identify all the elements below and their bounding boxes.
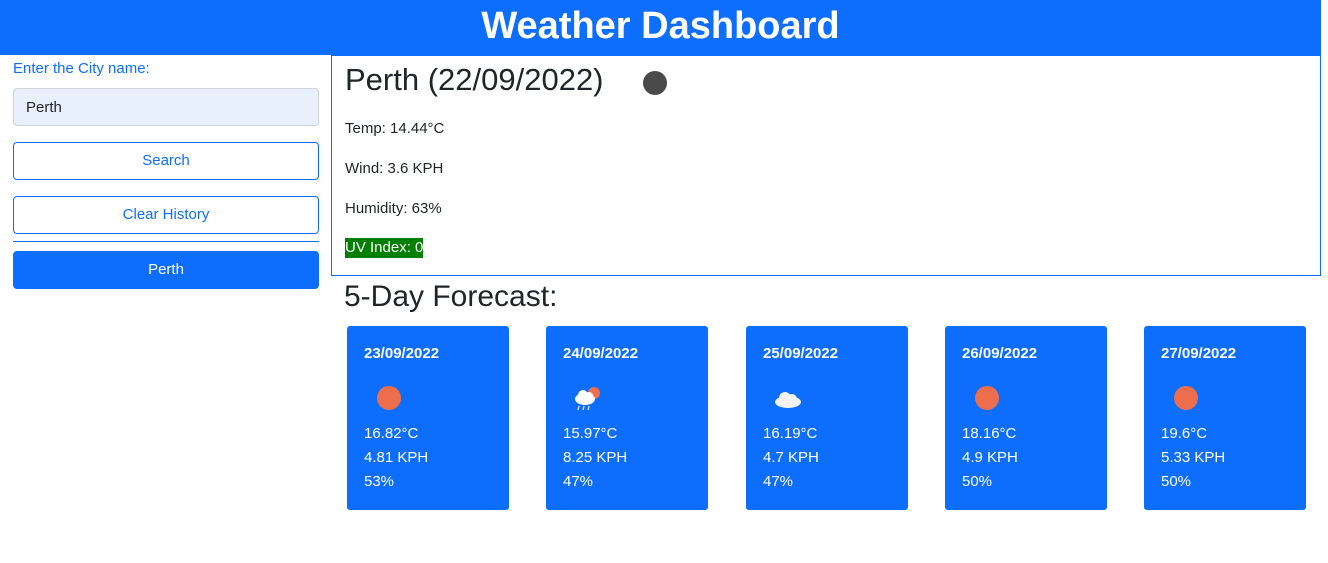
forecast-humidity: 50% <box>1161 473 1192 490</box>
forecast-humidity: 47% <box>763 473 794 490</box>
cloud-icon <box>775 392 801 408</box>
forecast-temp: 16.82°C <box>364 425 419 442</box>
forecast-temp: 15.97°C <box>563 425 618 442</box>
clear-history-button[interactable]: Clear History <box>13 196 319 234</box>
forecast-date: 25/09/2022 <box>763 345 839 362</box>
city-input[interactable] <box>13 88 319 126</box>
current-humidity: Humidity: 63% <box>345 200 442 217</box>
sidebar-divider <box>13 241 319 242</box>
forecast-card: 25/09/2022 16.19°C 4.7 KPH 47% <box>746 326 908 510</box>
forecast-wind: 5.33 KPH <box>1161 449 1226 466</box>
page-header: Weather Dashboard <box>0 0 1321 55</box>
forecast-card: 24/09/2022 15.97°C 8.25 KPH 47% <box>546 326 708 510</box>
forecast-temp: 18.16°C <box>962 425 1017 442</box>
current-temp: Temp: 14.44°C <box>345 120 445 137</box>
city-input-label: Enter the City name: <box>13 60 150 77</box>
current-city-title: Perth (22/09/2022) <box>345 62 604 97</box>
forecast-card: 26/09/2022 18.16°C 4.9 KPH 50% <box>945 326 1107 510</box>
sun-icon <box>1174 386 1198 410</box>
forecast-wind: 4.7 KPH <box>763 449 819 466</box>
uv-index-badge: UV Index: 0 <box>345 238 424 258</box>
forecast-date: 27/09/2022 <box>1161 345 1237 362</box>
forecast-humidity: 47% <box>563 473 594 490</box>
current-weather-panel: Perth (22/09/2022) Temp: 14.44°C Wind: 3… <box>331 55 1321 276</box>
forecast-wind: 4.9 KPH <box>962 449 1018 466</box>
forecast-date: 24/09/2022 <box>563 345 639 362</box>
sun-icon <box>975 386 999 410</box>
dark-circle-icon <box>643 71 667 95</box>
forecast-humidity: 50% <box>962 473 993 490</box>
history-item-perth[interactable]: Perth <box>13 251 319 289</box>
forecast-wind: 8.25 KPH <box>563 449 628 466</box>
sun-icon <box>377 386 401 410</box>
rain-sun-cloud-icon <box>575 387 600 411</box>
forecast-card: 27/09/2022 19.6°C 5.33 KPH 50% <box>1144 326 1306 510</box>
page-title: Weather Dashboard <box>481 5 840 47</box>
forecast-title: 5-Day Forecast: <box>344 280 558 313</box>
forecast-card: 23/09/2022 16.82°C 4.81 KPH 53% <box>347 326 509 510</box>
forecast-date: 26/09/2022 <box>962 345 1038 362</box>
current-wind: Wind: 3.6 KPH <box>345 160 444 177</box>
forecast-wind: 4.81 KPH <box>364 449 429 466</box>
forecast-humidity: 53% <box>364 473 395 490</box>
forecast-temp: 19.6°C <box>1161 425 1208 442</box>
forecast-date: 23/09/2022 <box>364 345 440 362</box>
search-button[interactable]: Search <box>13 142 319 180</box>
forecast-temp: 16.19°C <box>763 425 818 442</box>
